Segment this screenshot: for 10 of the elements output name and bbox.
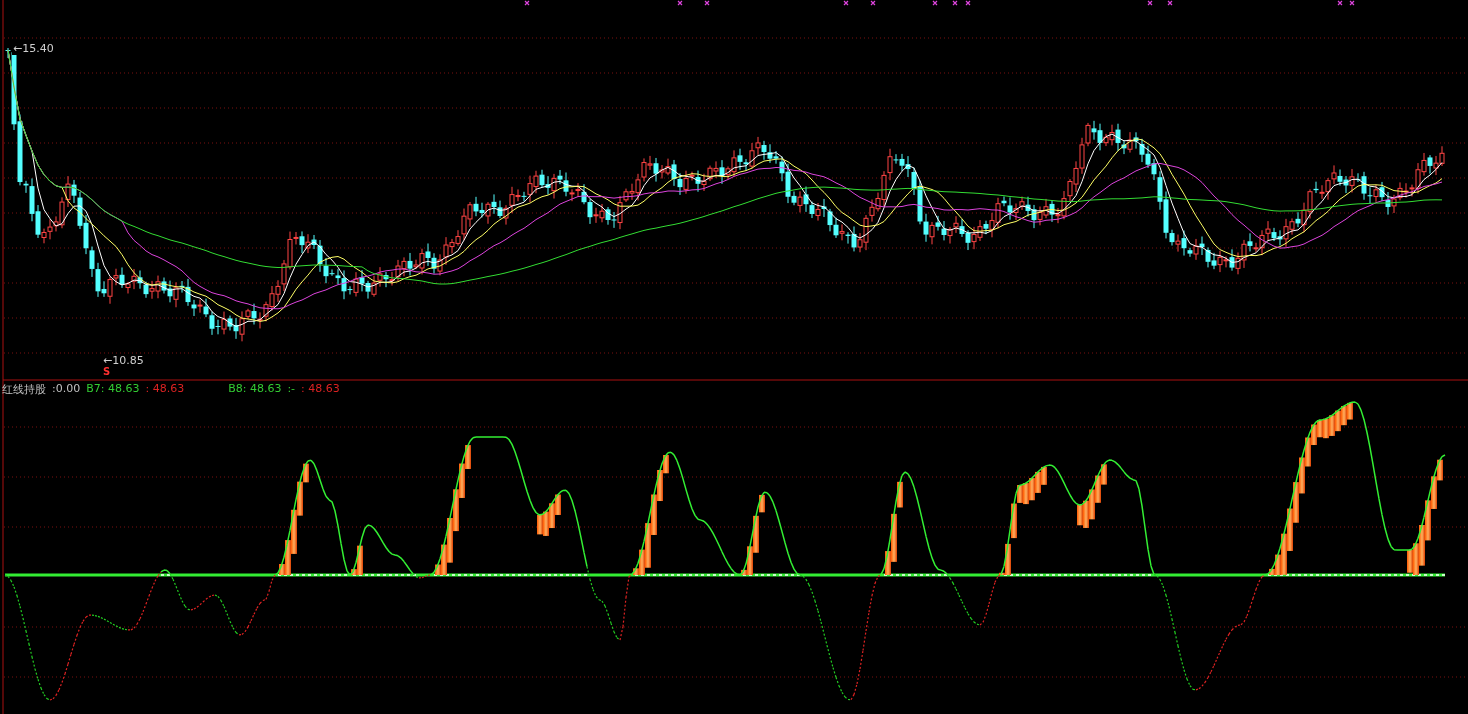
legend-value: : 48.63 — [301, 382, 340, 397]
legend-value: :- — [287, 382, 296, 397]
sell-signal-marker: S — [103, 366, 111, 377]
legend-value: : 48.63 — [145, 382, 185, 397]
legend-value: B8: 48.63 — [228, 382, 282, 397]
legend-value: :0.00 — [52, 382, 81, 397]
high-price-label: ←15.40 — [12, 42, 55, 55]
low-price-label: ←10.85 — [103, 354, 144, 367]
legend-value: B7: 48.63 — [86, 382, 140, 397]
legend-value: 红线持股 — [2, 382, 46, 397]
